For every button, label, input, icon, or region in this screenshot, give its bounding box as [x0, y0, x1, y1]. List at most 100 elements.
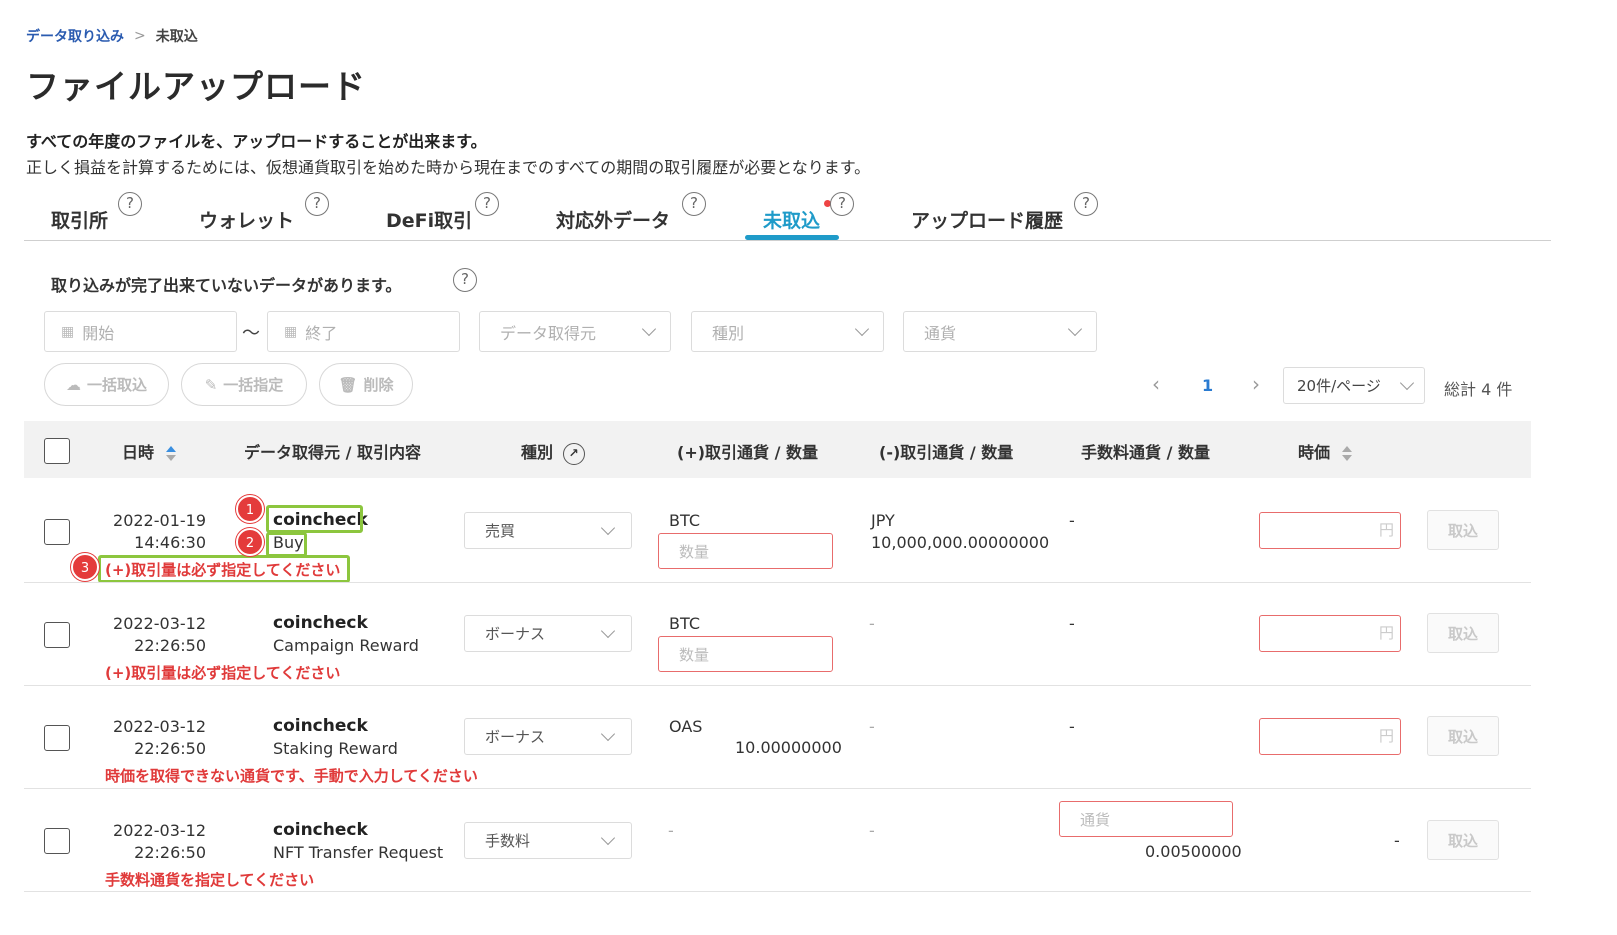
row-plus-amount: 10.00000000 — [735, 738, 842, 757]
header-price[interactable]: 時価 — [1298, 439, 1352, 463]
chevron-down-icon — [600, 623, 616, 639]
currency-placeholder: 通貨 — [1080, 810, 1111, 829]
next-page-button[interactable]: › — [1252, 372, 1260, 396]
row-minus-amount: 10,000,000.00000000 — [871, 533, 1050, 552]
row-minus-currency: - — [869, 821, 875, 840]
bulk-assign-button[interactable]: ✎ 一括指定 — [181, 363, 307, 406]
tab-upload-history[interactable]: アップロード履歴 — [911, 206, 1063, 233]
chevron-down-icon — [600, 726, 616, 742]
trash-icon: 🗑 — [338, 375, 358, 394]
tab-unsupported-data[interactable]: 対応外データ — [556, 206, 670, 233]
row-divider — [24, 685, 1531, 686]
page-title: ファイルアップロード — [26, 67, 366, 106]
row-datetime: 2022-03-12 22:26:50 — [96, 820, 206, 864]
start-date-input[interactable]: ▦ 開始 — [44, 311, 237, 352]
row-detail: Campaign Reward — [273, 636, 419, 655]
row-fee: - — [1069, 511, 1075, 530]
tab-not-imported-help-icon[interactable]: ? — [830, 192, 854, 216]
row-type-value: 手数料 — [485, 832, 531, 850]
notice-help-icon[interactable]: ? — [453, 268, 477, 292]
row-import-button[interactable]: 取込 — [1427, 613, 1499, 653]
breadcrumb-current: 未取込 — [155, 29, 198, 45]
row-type-select[interactable]: ボーナス — [464, 718, 632, 755]
sort-icon — [1341, 446, 1352, 461]
per-page-select[interactable]: 20件/ページ — [1283, 367, 1425, 404]
breadcrumb-separator: > — [134, 28, 146, 44]
row-import-button[interactable]: 取込 — [1427, 716, 1499, 756]
row-fee: - — [1069, 614, 1075, 633]
row-import-button[interactable]: 取込 — [1427, 820, 1499, 860]
header-fee-currency: 手数料通貨 / 数量 — [1081, 443, 1210, 462]
source-select[interactable]: データ取得元 — [479, 311, 671, 352]
row-checkbox[interactable] — [44, 725, 70, 751]
tab-defi-help-icon[interactable]: ? — [475, 192, 499, 216]
tab-wallet-help-icon[interactable]: ? — [305, 192, 329, 216]
row-type-select[interactable]: 売買 — [464, 512, 632, 549]
chevron-down-icon — [854, 321, 870, 337]
row-divider — [24, 788, 1531, 789]
row-checkbox[interactable] — [44, 622, 70, 648]
row-plus-currency: - — [668, 821, 674, 840]
external-link-icon[interactable]: ↗ — [562, 442, 585, 465]
row-price-text: - — [1394, 831, 1400, 850]
row-type-select[interactable]: ボーナス — [464, 615, 632, 652]
tab-unsupported-help-icon[interactable]: ? — [682, 192, 706, 216]
delete-button[interactable]: 🗑 削除 — [319, 363, 413, 406]
row-datetime: 2022-03-12 22:26:50 — [96, 613, 206, 657]
currency-select[interactable]: 通貨 — [903, 311, 1097, 352]
row-detail: NFT Transfer Request — [273, 843, 444, 862]
row-type-value: 売買 — [485, 522, 516, 540]
row-datetime: 2022-01-19 14:46:30 — [96, 510, 206, 554]
page-number-current[interactable]: 1 — [1202, 376, 1213, 395]
description-text: 正しく損益を計算するためには、仮想通貨取引を始めた時から現在までのすべての期間の… — [26, 158, 871, 177]
annotation-marker-2: 2 — [236, 528, 264, 556]
row-date: 2022-01-19 — [113, 511, 206, 530]
row-price-input[interactable]: 円 — [1259, 512, 1401, 549]
row-price-input[interactable]: 円 — [1259, 718, 1401, 755]
row-type-select[interactable]: 手数料 — [464, 822, 632, 859]
row-datetime: 2022-03-12 22:26:50 — [96, 716, 206, 760]
date-range-separator: 〜 — [242, 323, 260, 344]
select-all-checkbox[interactable] — [44, 438, 70, 464]
chevron-down-icon — [1399, 375, 1415, 391]
row-type-value: ボーナス — [485, 625, 546, 643]
row-time: 22:26:50 — [134, 636, 206, 655]
active-tab-indicator — [745, 235, 839, 240]
end-date-placeholder: 終了 — [305, 323, 338, 343]
row-minus-currency: JPY — [871, 511, 895, 530]
tab-upload-history-help-icon[interactable]: ? — [1074, 192, 1098, 216]
breadcrumb-link-data-import[interactable]: データ取り込み — [26, 26, 124, 46]
end-date-input[interactable]: ▦ 終了 — [267, 311, 460, 352]
row-plus-currency: OAS — [669, 717, 703, 736]
row-import-button[interactable]: 取込 — [1427, 510, 1499, 550]
row-checkbox[interactable] — [44, 828, 70, 854]
row-plus-quantity-input[interactable]: 数量 — [658, 533, 833, 569]
bulk-import-button[interactable]: ☁ 一括取込 — [44, 363, 169, 406]
row-error-message: 手数料通貨を指定してください — [105, 871, 315, 889]
tab-exchange-help-icon[interactable]: ? — [118, 192, 142, 216]
row-divider — [24, 891, 1531, 892]
description-bold: すべての年度のファイルを、アップロードすることが出来ます。 — [26, 132, 487, 151]
row-minus-currency: - — [869, 717, 875, 736]
header-price-label: 時価 — [1298, 443, 1331, 462]
row-plus-currency: BTC — [669, 511, 700, 530]
row-checkbox[interactable] — [44, 519, 70, 545]
tab-exchange[interactable]: 取引所 — [51, 206, 108, 233]
type-select[interactable]: 種別 — [691, 311, 884, 352]
row-type-value: ボーナス — [485, 728, 546, 746]
row-date: 2022-03-12 — [113, 717, 206, 736]
prev-page-button[interactable]: ‹ — [1152, 372, 1160, 396]
row-fee-currency-input[interactable]: 通貨 — [1059, 801, 1233, 837]
notice-text: 取り込みが完了出来ていないデータがあります。 — [51, 276, 402, 295]
chevron-down-icon — [1067, 321, 1083, 337]
row-divider — [24, 582, 1531, 583]
row-price-input[interactable]: 円 — [1259, 615, 1401, 652]
tab-not-imported[interactable]: 未取込 — [763, 206, 820, 233]
row-source: coincheck — [273, 716, 368, 736]
per-page-value: 20件/ページ — [1297, 377, 1381, 395]
tab-wallet[interactable]: ウォレット — [199, 206, 294, 233]
row-plus-quantity-input[interactable]: 数量 — [658, 636, 833, 672]
tab-defi[interactable]: DeFi取引 — [386, 206, 472, 233]
header-datetime[interactable]: 日時 — [122, 439, 176, 463]
row-plus-currency: BTC — [669, 614, 700, 633]
